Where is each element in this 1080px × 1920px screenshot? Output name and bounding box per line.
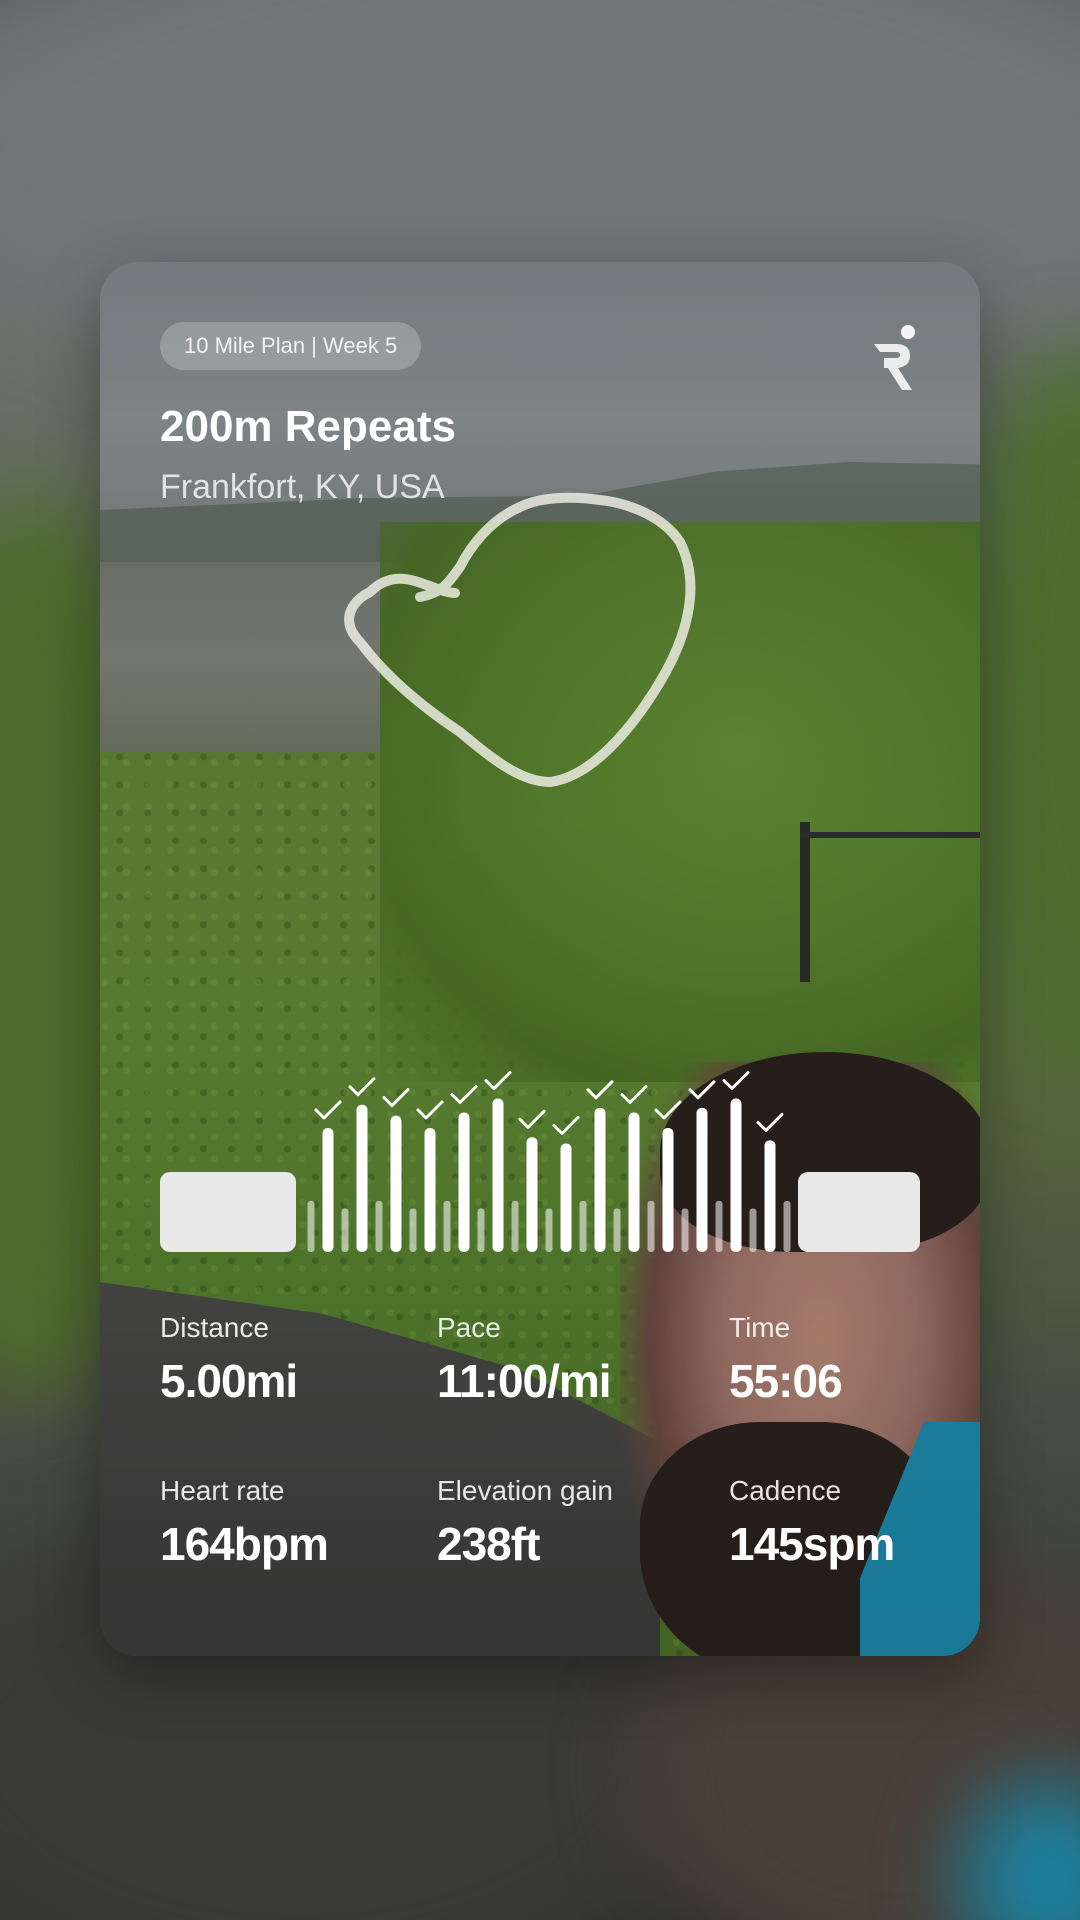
stat-cadence: Cadence 145spm <box>729 1475 895 1571</box>
stat-time-label: Time <box>729 1312 791 1343</box>
stat-heart-rate-label: Heart rate <box>160 1475 285 1506</box>
story-screen: 10 Mile Plan | Week 5 200m Repeats Frank… <box>0 0 1080 1920</box>
workout-title: 200m Repeats <box>160 402 456 451</box>
stat-cadence-value: 145spm <box>729 1518 895 1570</box>
workout-share-card[interactable]: 10 Mile Plan | Week 5 200m Repeats Frank… <box>100 262 980 1656</box>
stat-distance-value: 5.00mi <box>160 1355 298 1407</box>
stat-time: Time 55:06 <box>729 1312 843 1408</box>
stat-pace-value: 11:00/mi <box>437 1355 612 1407</box>
stat-pace-label: Pace <box>437 1312 501 1343</box>
runna-logo-icon <box>874 325 915 390</box>
workout-location: Frankfort, KY, USA <box>160 468 445 506</box>
plan-week-badge: 10 Mile Plan | Week 5 <box>160 322 422 370</box>
stat-heart-rate: Heart rate 164bpm <box>160 1475 329 1571</box>
stat-pace: Pace 11:00/mi <box>437 1312 612 1408</box>
warmup-block <box>160 1172 296 1252</box>
stat-time-value: 55:06 <box>729 1355 843 1407</box>
stat-distance: Distance 5.00mi <box>160 1312 298 1408</box>
cooldown-block <box>798 1172 920 1252</box>
stat-distance-label: Distance <box>160 1312 269 1343</box>
stat-elevation-gain: Elevation gain 238ft <box>437 1475 613 1571</box>
stat-cadence-label: Cadence <box>729 1475 842 1506</box>
stat-heart-rate-value: 164bpm <box>160 1518 329 1570</box>
stat-elevation-gain-value: 238ft <box>437 1518 540 1570</box>
stat-elevation-gain-label: Elevation gain <box>437 1475 613 1506</box>
